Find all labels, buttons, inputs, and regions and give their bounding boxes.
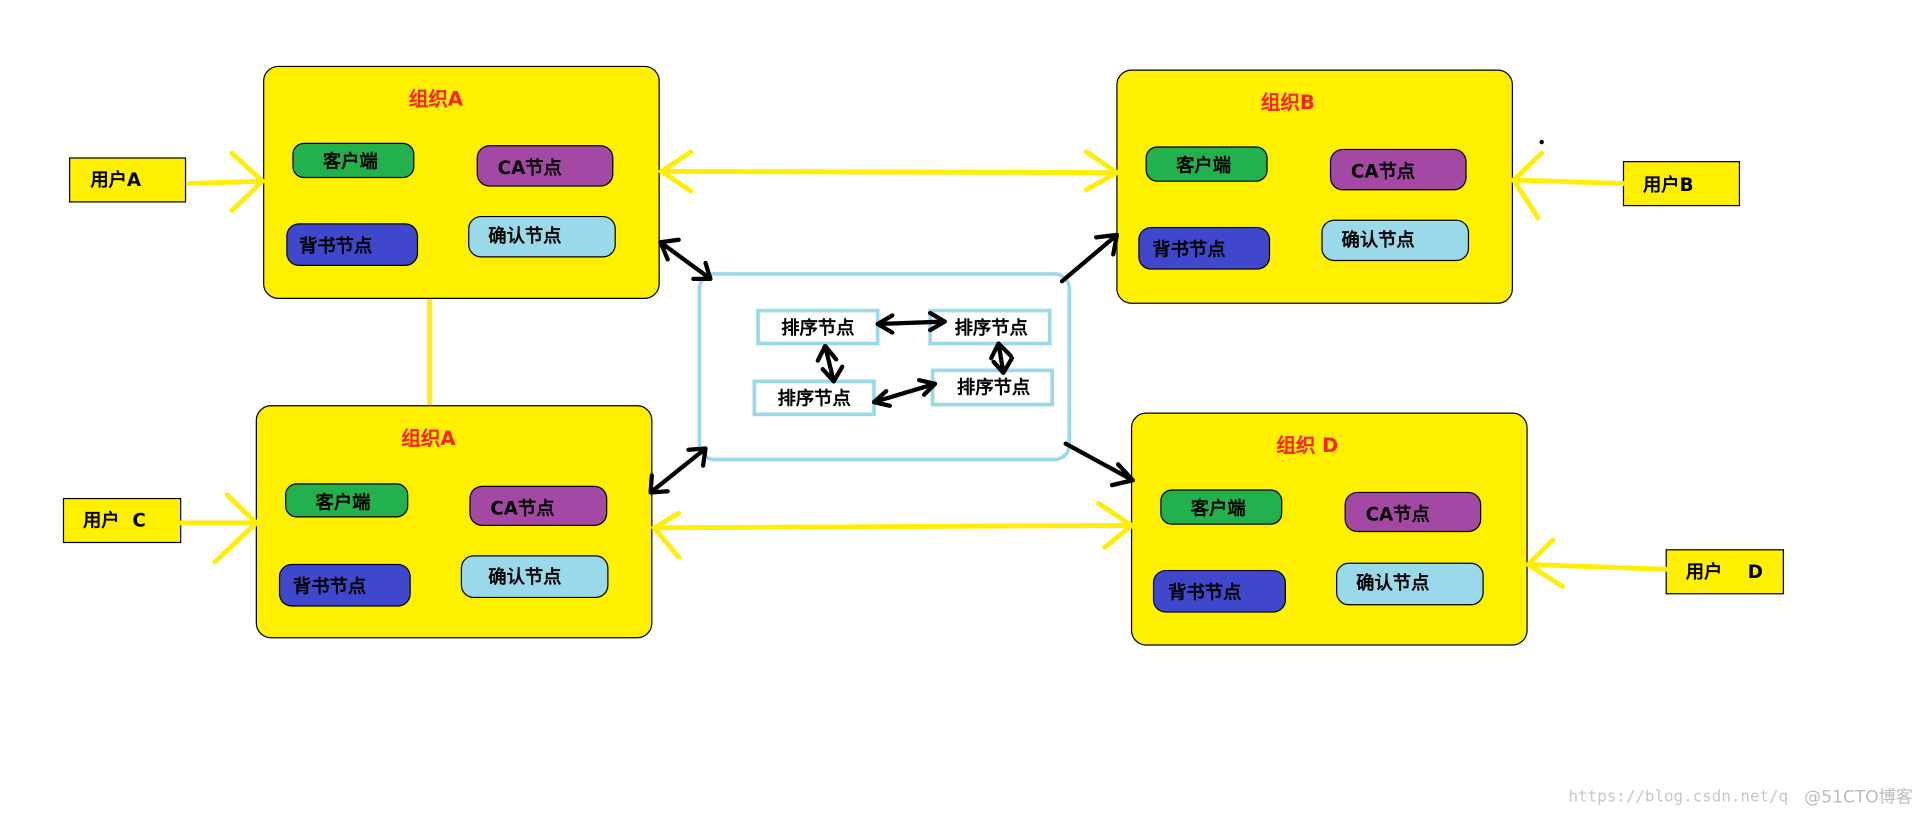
org-title: 组织 D bbox=[1276, 434, 1338, 457]
orderer-node: 排序节点 bbox=[955, 317, 1028, 339]
orderer-node: 排序节点 bbox=[781, 317, 854, 339]
orderer-node: 排序节点 bbox=[957, 377, 1030, 399]
watermark-url: https://blog.csdn.net/q bbox=[1569, 786, 1789, 805]
arrow-icon bbox=[1063, 441, 1135, 488]
org-title: 组织A bbox=[409, 87, 464, 110]
user-c: 用户 C bbox=[62, 497, 182, 544]
double-arrow-icon bbox=[648, 446, 708, 495]
double-arrow-icon bbox=[657, 149, 1122, 194]
stray-dot bbox=[1539, 139, 1544, 145]
user-b: 用户B bbox=[1622, 161, 1741, 207]
committer-node: 确认节点 bbox=[1356, 572, 1429, 594]
endorser-node: 背书节点 bbox=[299, 235, 372, 257]
client-node: 客户端 bbox=[315, 491, 371, 513]
user-a: 用户A bbox=[68, 157, 187, 203]
committer-node: 确认节点 bbox=[488, 566, 561, 588]
ca-node: CA节点 bbox=[490, 497, 554, 519]
orderer-node: 排序节点 bbox=[778, 388, 851, 410]
user-label: 用户 D bbox=[1686, 561, 1763, 583]
org-title: 组织B bbox=[1261, 91, 1315, 114]
org-b: 组织B 客户端 CA节点 背书节点 确认节点 bbox=[1116, 69, 1514, 304]
ca-node: CA节点 bbox=[498, 157, 562, 179]
arrow-icon bbox=[186, 150, 267, 213]
org-title: 组织A bbox=[401, 427, 456, 450]
double-arrow-icon bbox=[650, 500, 1136, 560]
arrow-icon bbox=[1059, 232, 1120, 284]
user-label: 用户 C bbox=[83, 510, 146, 532]
arrow-icon bbox=[178, 492, 260, 565]
double-arrow-icon bbox=[658, 237, 713, 281]
arrow-icon bbox=[1510, 150, 1626, 221]
watermark-brand: @51CTO博客 bbox=[1804, 787, 1913, 807]
org-d: 组织 D 客户端 CA节点 背书节点 确认节点 bbox=[1130, 412, 1528, 646]
user-label: 用户A bbox=[90, 169, 142, 191]
user-d: 用户 D bbox=[1665, 549, 1784, 595]
ca-node: CA节点 bbox=[1366, 504, 1430, 526]
org-a-bottom: 组织A 客户端 CA节点 背书节点 确认节点 bbox=[255, 405, 653, 639]
orderer-cluster: 排序节点 排序节点 排序节点 排序节点 bbox=[697, 272, 1072, 462]
endorser-node: 背书节点 bbox=[1168, 582, 1241, 604]
arrow-icon bbox=[1524, 537, 1669, 589]
endorser-node: 背书节点 bbox=[1152, 239, 1225, 261]
committer-node: 确认节点 bbox=[488, 225, 561, 247]
network-diagram: 组织A 客户端 CA节点 背书节点 确认节点 组织A 客户端 CA节点 背书节点… bbox=[62, 65, 1913, 807]
org-a-top: 组织A 客户端 CA节点 背书节点 确认节点 bbox=[263, 65, 660, 299]
client-node: 客户端 bbox=[322, 151, 378, 173]
client-node: 客户端 bbox=[1190, 497, 1246, 519]
endorser-node: 背书节点 bbox=[293, 576, 366, 598]
committer-node: 确认节点 bbox=[1342, 229, 1415, 251]
user-label: 用户B bbox=[1643, 174, 1694, 196]
ca-node: CA节点 bbox=[1351, 161, 1415, 183]
client-node: 客户端 bbox=[1175, 154, 1231, 176]
